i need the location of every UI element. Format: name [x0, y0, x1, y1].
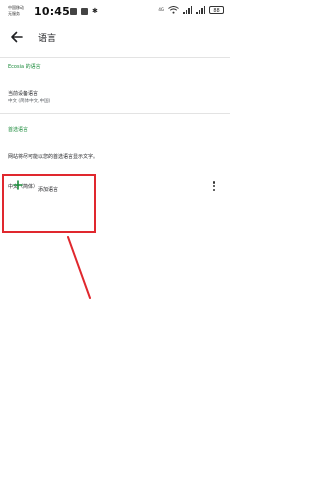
- current-device-language-title: 当前设备语言: [8, 91, 39, 97]
- more-vertical-icon[interactable]: [210, 180, 218, 194]
- carrier-info: 中国移动 无服务: [8, 5, 24, 17]
- signal-icon: [196, 6, 205, 14]
- status-right: 4G 88: [158, 6, 224, 14]
- bluetooth-icon: ✱: [92, 7, 98, 15]
- language-settings-screen: 中国移动 无服务 10:45 ✱ 4G 88 语言 Ecosia 的语言 当前设…: [0, 0, 230, 500]
- notification-icon: [70, 8, 77, 15]
- app-bar: 语言: [0, 24, 230, 52]
- notification-icons: ✱: [70, 8, 98, 15]
- divider: [0, 113, 230, 114]
- wifi-icon: [168, 6, 179, 14]
- divider: [0, 57, 230, 58]
- current-device-language-value: 中文 (简体中文,中国): [8, 99, 51, 104]
- notification-icon: [81, 8, 88, 15]
- carrier-status: 无服务: [8, 11, 20, 16]
- preferred-description: 网站将尽可能以您的首选语言显示文字。: [8, 154, 99, 160]
- section-header-app-language: Ecosia 的语言: [8, 64, 41, 70]
- arrow-left-icon[interactable]: [8, 28, 26, 46]
- battery-icon: 88: [209, 6, 224, 14]
- network-label: 4G: [158, 7, 164, 12]
- page-title: 语言: [38, 34, 57, 44]
- status-time: 10:45: [34, 5, 71, 18]
- status-bar: 中国移动 无服务 10:45 ✱ 4G 88: [0, 0, 230, 22]
- signal-icon: [183, 6, 192, 14]
- section-header-preferred: 首选语言: [8, 127, 29, 133]
- annotation-highlight-box: [2, 174, 96, 233]
- annotation-arrow: [67, 236, 91, 299]
